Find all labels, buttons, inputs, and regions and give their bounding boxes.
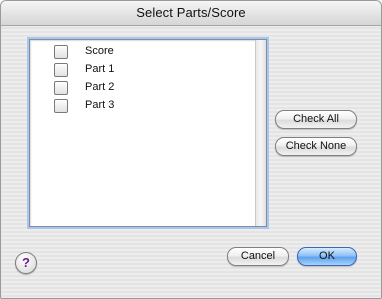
title-bar[interactable]: Select Parts/Score — [1, 1, 381, 26]
list-item-label: Part 3 — [85, 99, 115, 111]
list-item-part-1[interactable]: Part 1 — [54, 62, 244, 78]
list-item-label: Part 2 — [85, 81, 115, 93]
window-title: Select Parts/Score — [136, 5, 246, 20]
part-1-checkbox[interactable] — [54, 63, 68, 77]
help-button[interactable]: ? — [15, 252, 37, 274]
dialog-window: Select Parts/Score Score Part 1 Part 2 P… — [0, 0, 382, 299]
list-scrollbar[interactable] — [255, 40, 266, 226]
list-item-part-3[interactable]: Part 3 — [54, 98, 244, 114]
score-checkbox[interactable] — [54, 45, 68, 59]
part-3-checkbox[interactable] — [54, 99, 68, 113]
check-none-button[interactable]: Check None — [275, 137, 357, 156]
list-item-label: Part 1 — [85, 63, 115, 75]
parts-list[interactable]: Score Part 1 Part 2 Part 3 — [29, 39, 267, 227]
part-2-checkbox[interactable] — [54, 81, 68, 95]
cancel-button[interactable]: Cancel — [227, 247, 289, 266]
list-item-part-2[interactable]: Part 2 — [54, 80, 244, 96]
check-all-button[interactable]: Check All — [275, 110, 357, 129]
list-item-label: Score — [85, 45, 114, 57]
ok-button[interactable]: OK — [297, 247, 357, 266]
list-item-score[interactable]: Score — [54, 44, 244, 60]
